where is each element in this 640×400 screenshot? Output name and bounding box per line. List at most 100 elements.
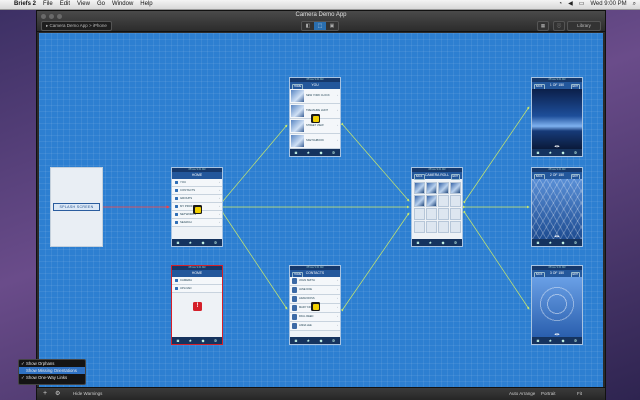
nav-title: YOU [311,83,319,87]
screen-photo-3[interactable]: iPhone 9:41 AM BACK 3 OF 150 EDIT ◀ ▶ ◙ ★ ◆ ✲ [531,265,583,345]
menu-icon [175,220,178,224]
contact-avatar [292,305,297,311]
storyboard-canvas[interactable]: SPLASH SCREEN iPhone 9:41 AM HOME YOU › C… [39,33,603,387]
pin-tab-icon: ◆ [561,150,565,155]
screen-home-alt[interactable]: iPhone 9:41 AM HOME CAMERA UPLOAD ! ◙ ★ ◆ ✲ [171,265,223,345]
gear-tab-icon: ✲ [453,240,458,245]
camera-tab-icon: ◙ [176,338,180,343]
photo-slot [438,221,449,233]
breadcrumb[interactable]: ▸ Camera Demo App > iPhone [41,21,112,31]
gear-tab-icon: ✲ [573,338,578,343]
photo-thumb [450,182,461,194]
warning-icon[interactable] [311,114,320,123]
contact-avatar [292,296,297,302]
menu-clock[interactable]: Wed 9:00 PM [590,0,626,9]
tab-bar: ◙ ★ ◆ ✲ [532,149,582,156]
menu-edit[interactable]: Edit [60,0,70,9]
gear-tab-icon: ✲ [573,240,578,245]
list-item: CONTACTS › [172,187,222,195]
add-button[interactable]: + [43,388,47,400]
wifi-icon[interactable]: ◔ [558,0,562,9]
library-button[interactable]: Library [567,21,601,31]
screen-camera-roll[interactable]: iPhone 9:41 AM BACK CAMERA ROLL EDIT ◙ ★ ◆ ✲ [411,167,463,247]
view-toggle-right[interactable]: ▣ [326,22,338,30]
link-cameraroll-photo3 [462,210,530,310]
fit-button[interactable]: Fit [577,388,582,400]
link-home-you [220,124,288,204]
thumbnail [291,90,304,102]
star-tab-icon: ★ [548,240,553,245]
screen-contacts[interactable]: iPhone 9:41 AM HOME CONTACTS JOHN SMITH › … [289,265,341,345]
screen-splash[interactable]: SPLASH SCREEN [50,167,103,247]
list-item-label: JANE DOE [299,288,312,291]
contact-avatar [292,287,297,293]
list-item: ANNA LEE › [290,322,340,331]
menu-view[interactable]: View [77,0,90,9]
menu-window[interactable]: Window [112,0,133,9]
orientation-select[interactable]: Portrait [541,388,556,400]
thumbnail [291,105,304,117]
nav-bar: BACK 1 OF 150 EDIT [532,82,582,90]
option-show-orphans[interactable]: ✓Show Orphans [19,360,85,367]
view-toggle-left[interactable]: ◧ [302,22,314,30]
nav-title: 3 OF 150 [549,271,565,275]
link-home-contacts [220,210,288,310]
list-item-label: TREASURE HUNT [306,109,329,112]
list-item-label: ADAM ROSS [299,297,315,300]
menu-app[interactable]: Briefs 2 [14,0,36,9]
list-item-label: SEARCH [180,220,192,224]
window-title: Camera Demo App [295,12,347,18]
screen-you[interactable]: iPhone 9:41 AM HOME YOU NEW YORK CLOCK › T… [289,77,341,157]
thumbnail [291,120,304,132]
screen-photo-2[interactable]: iPhone 9:41 AM BACK 2 OF 150 EDIT ◀ ▶ ◙ ★ ◆ ✲ [531,167,583,247]
menu-icon [175,212,178,216]
screen-home[interactable]: iPhone 9:41 AM HOME YOU › CONTACTS › GROUP… [171,167,223,247]
photo-slot [450,195,461,207]
gear-tab-icon: ✲ [331,338,336,343]
menu-file[interactable]: File [43,0,53,9]
list-item: GROUPS › [172,195,222,203]
error-icon[interactable]: ! [193,302,202,311]
gear-tab-icon: ✲ [331,150,336,155]
edit-button: EDIT [450,173,460,180]
photo-slot [450,221,461,233]
spotlight-icon[interactable]: ⌕ [633,0,636,9]
view-toggle: ◧ ⬚ ▣ [301,21,339,31]
contact-avatar [292,314,297,320]
list-item: UPLOAD [172,285,222,293]
volume-icon[interactable]: ◀ [568,0,573,9]
info-button[interactable]: ⓘ [553,21,565,31]
option-show-missing-orientations[interactable]: Show Missing Orientations [19,367,85,374]
tab-bar: ◙ ★ ◆ ✲ [532,337,582,344]
warning-icon[interactable] [311,302,320,311]
photo-thumb [414,195,425,207]
menu-help[interactable]: Help [140,0,152,9]
battery-icon[interactable]: ▭ [579,0,585,9]
hide-warnings-button[interactable]: Hide Warnings [73,388,102,400]
menu-go[interactable]: Go [97,0,105,9]
grid-view-button[interactable]: ▦ [537,21,549,31]
pin-tab-icon: ◆ [201,240,205,245]
back-button: BACK [414,173,425,180]
photo-controls: ◀ ▶ [554,144,560,148]
photo-grid [414,182,462,233]
pin-tab-icon: ◆ [561,338,565,343]
nav-title: 1 OF 150 [549,83,565,87]
tab-bar: ◙ ★ ◆ ✲ [172,239,222,246]
option-show-one-way-links[interactable]: ✓Show One-Way Links [19,374,85,381]
list-item: NEW YORK CLOCK › [290,89,340,104]
bottom-toolbar: + ⚙ Hide Warnings Auto Arrange Portrait … [37,387,605,400]
thumbnail [291,135,304,147]
nav-title: 2 OF 150 [549,173,565,177]
view-toggle-flow[interactable]: ⬚ [314,22,326,30]
list-item: JANE DOE › [290,286,340,295]
pin-tab-icon: ◆ [319,338,323,343]
nav-bar: HOME CONTACTS [290,270,340,278]
screen-photo-1[interactable]: iPhone 9:41 AM BACK 1 OF 150 EDIT ◀ ▶ ◙ ★ ◆ ✲ [531,77,583,157]
nav-title: CAMERA ROLL [424,173,450,177]
menu-icon [175,180,178,184]
photo-controls: ◀ ▶ [554,332,560,336]
auto-arrange-button[interactable]: Auto Arrange [509,388,535,400]
settings-gear-icon[interactable]: ⚙ [55,388,60,400]
warning-icon[interactable] [193,205,202,214]
